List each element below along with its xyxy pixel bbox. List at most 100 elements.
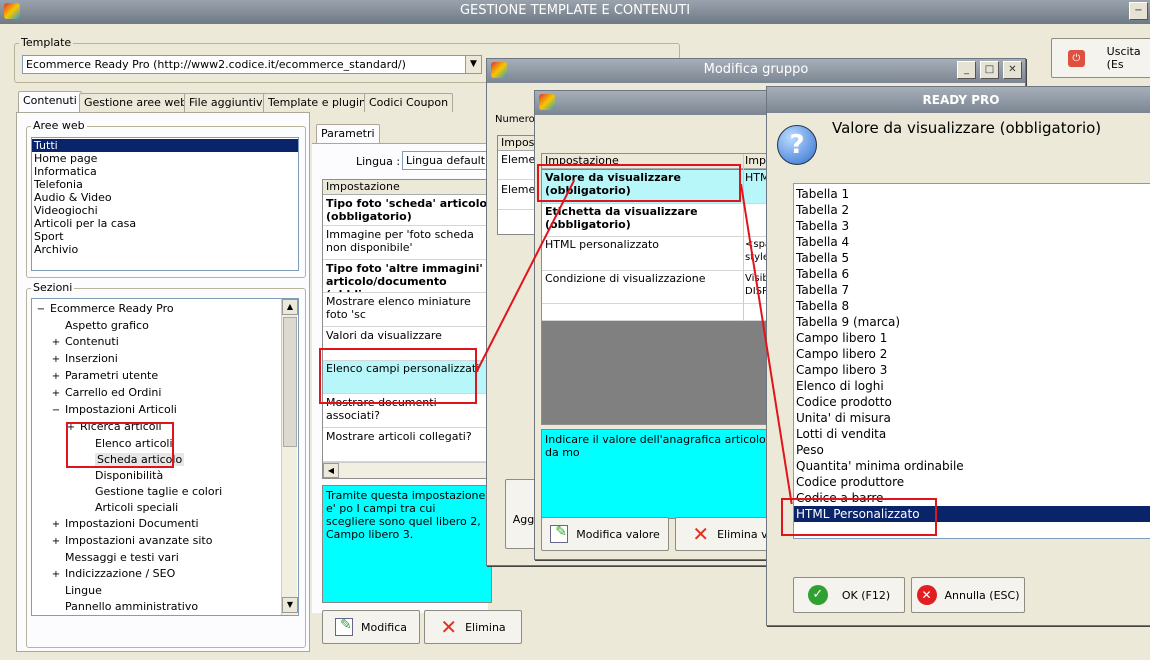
param-row[interactable]: Mostrare articoli collegati? — [323, 429, 491, 462]
value-option[interactable]: Elenco di loghi — [794, 378, 1150, 394]
tab-parametri[interactable]: Parametri — [316, 124, 380, 144]
modifica-button[interactable]: ✎ Modifica — [322, 610, 420, 644]
main-window-title: GESTIONE TEMPLATE E CONTENUTI — [459, 3, 691, 18]
expand-icon[interactable]: + — [51, 335, 61, 351]
sezioni-item-label: Lingue — [65, 584, 102, 597]
expand-icon[interactable]: + — [51, 369, 61, 385]
ready-pro-dialog: READY PRO ? Valore da visualizzare (obbl… — [766, 86, 1150, 626]
collapse-icon[interactable]: − — [51, 403, 61, 419]
value-option[interactable]: Tabella 6 — [794, 266, 1150, 282]
expand-icon[interactable]: + — [51, 352, 61, 368]
value-option[interactable]: Tabella 4 — [794, 234, 1150, 250]
param-row[interactable]: Tipo foto 'scheda' articolo (obbligatori… — [323, 196, 491, 226]
check-icon: ✓ — [807, 585, 828, 605]
sezioni-scrollbar[interactable]: ▲ ▼ — [281, 299, 298, 615]
scroll-down-icon[interactable]: ▼ — [282, 597, 298, 613]
value-option[interactable]: Tabella 2 — [794, 202, 1150, 218]
template-select[interactable]: Ecommerce Ready Pro (http://www2.codice.… — [22, 55, 482, 74]
sezioni-item[interactable]: Messaggi e testi vari — [32, 550, 298, 566]
scroll-thumb[interactable] — [283, 317, 297, 447]
value-option[interactable]: Unita' di misura — [794, 410, 1150, 426]
sezioni-item[interactable]: + Indicizzazione / SEO — [32, 566, 298, 583]
tab-codici-coupon[interactable]: Codici Coupon — [364, 93, 454, 112]
lingua-label: Lingua : — [356, 155, 401, 168]
parametri-hscrollbar[interactable]: ◀ — [323, 462, 491, 478]
param-row[interactable]: Immagine per 'foto scheda non disponibil… — [323, 227, 491, 260]
value-option[interactable]: Codice prodotto — [794, 394, 1150, 410]
tab-gestione-aree-web[interactable]: Gestione aree web — [79, 93, 193, 112]
expand-icon[interactable]: + — [51, 567, 61, 583]
sezioni-item[interactable]: Gestione taglie e colori — [32, 484, 298, 500]
aree-web-item[interactable]: Archivio — [32, 243, 298, 256]
aree-web-item[interactable]: Home page — [32, 152, 298, 165]
scroll-left-icon[interactable]: ◀ — [323, 463, 339, 478]
ok-button[interactable]: ✓ OK (F12) — [793, 577, 905, 613]
aree-web-item[interactable]: Articoli per la casa — [32, 217, 298, 230]
aree-web-item[interactable]: Videogiochi — [32, 204, 298, 217]
sezioni-item[interactable]: Disponibilità — [32, 468, 298, 484]
main-close-button[interactable]: − — [1129, 2, 1148, 20]
elimina-label: Elimina — [465, 620, 506, 634]
maximize-button[interactable]: □ — [980, 61, 999, 79]
value-option[interactable]: Tabella 8 — [794, 298, 1150, 314]
sezioni-item-label: Ecommerce Ready Pro — [50, 302, 174, 315]
expand-icon[interactable]: + — [51, 534, 61, 550]
value-option[interactable]: Campo libero 3 — [794, 362, 1150, 378]
sezioni-item[interactable]: Mailing list — [32, 615, 298, 616]
value-option[interactable]: Peso — [794, 442, 1150, 458]
aree-web-item[interactable]: Sport — [32, 230, 298, 243]
sezioni-item[interactable]: + Impostazioni Documenti — [32, 516, 298, 533]
value-option[interactable]: Tabella 5 — [794, 250, 1150, 266]
sezioni-item[interactable]: Lingue — [32, 583, 298, 599]
sezioni-item[interactable]: Articoli speciali — [32, 500, 298, 516]
expand-icon[interactable]: + — [51, 386, 61, 402]
sezioni-item[interactable]: Pannello amministrativo — [32, 599, 298, 615]
value-option[interactable]: Codice produttore — [794, 474, 1150, 490]
lingua-select[interactable]: Lingua default — [402, 151, 492, 170]
elemento-row[interactable]: Condizione di visualizzazioneVisib DISP — [542, 271, 780, 304]
value-option[interactable]: Tabella 3 — [794, 218, 1150, 234]
question-text: Valore da visualizzare (obbligatorio) — [832, 119, 1102, 137]
param-row[interactable]: Tipo foto 'altre immagini' articolo/docu… — [323, 261, 491, 293]
collapse-icon[interactable]: − — [36, 302, 46, 318]
sezioni-item[interactable]: + Impostazioni avanzate sito — [32, 533, 298, 550]
aree-web-list[interactable]: Tutti Home page Informatica Telefonia Audio … — [31, 137, 299, 271]
tab-file-aggiuntivi[interactable]: File aggiuntivi — [184, 93, 271, 112]
elemento-row[interactable]: HTML personalizzato <spa style — [542, 237, 780, 271]
aree-web-item[interactable]: Tutti — [32, 139, 298, 152]
chevron-down-icon[interactable]: ▼ — [465, 56, 481, 73]
value-option[interactable]: Tabella 1 — [794, 186, 1150, 202]
sezioni-item[interactable]: Aspetto grafico — [32, 318, 298, 334]
exit-button[interactable]: ⏻ Uscita (Es — [1051, 38, 1150, 78]
elimina-button[interactable]: ✕ Elimina — [424, 610, 522, 644]
scroll-up-icon[interactable]: ▲ — [282, 299, 298, 315]
sezioni-item[interactable]: − Impostazioni Articoli — [32, 402, 298, 419]
sezioni-item[interactable]: + Inserzioni — [32, 351, 298, 368]
value-option[interactable]: Tabella 7 — [794, 282, 1150, 298]
value-option[interactable]: Campo libero 1 — [794, 330, 1150, 346]
value-option[interactable]: Campo libero 2 — [794, 346, 1150, 362]
parametri-grid[interactable]: Impostazione Tipo foto 'scheda' articolo… — [322, 179, 492, 479]
elemento-row-empty[interactable] — [542, 304, 780, 321]
minimize-button[interactable]: _ — [957, 61, 976, 79]
annulla-button[interactable]: ✕ Annulla (ESC) — [911, 577, 1025, 613]
value-option[interactable]: Tabella 9 (marca) — [794, 314, 1150, 330]
sezioni-item[interactable]: + Carrello ed Ordini — [32, 385, 298, 402]
value-choice-list[interactable]: Tabella 1 Tabella 2 Tabella 3 Tabella 4 Tabe… — [793, 183, 1150, 539]
close-button[interactable]: ✕ — [1003, 61, 1022, 79]
value-option[interactable]: Quantita' minima ordinabile — [794, 458, 1150, 474]
expand-icon[interactable]: + — [51, 517, 61, 533]
tab-contenuti[interactable]: Contenuti — [18, 91, 82, 112]
param-row[interactable]: Mostrare elenco miniature foto 'sc — [323, 294, 491, 327]
aree-web-item[interactable]: Telefonia — [32, 178, 298, 191]
sezioni-item[interactable]: + Contenuti — [32, 334, 298, 351]
aree-web-item[interactable]: Informatica — [32, 165, 298, 178]
tab-template-plugins[interactable]: Template e plugins — [263, 93, 377, 112]
modifica-valore-button[interactable]: ✎ Modifica valore — [541, 517, 669, 551]
app-icon — [491, 62, 507, 78]
sezioni-item[interactable]: + Parametri utente — [32, 368, 298, 385]
sezioni-item[interactable]: − Ecommerce Ready Pro — [32, 301, 298, 318]
value-option[interactable]: Lotti di vendita — [794, 426, 1150, 442]
aree-web-item[interactable]: Audio & Video — [32, 191, 298, 204]
edit-icon: ✎ — [550, 524, 569, 543]
